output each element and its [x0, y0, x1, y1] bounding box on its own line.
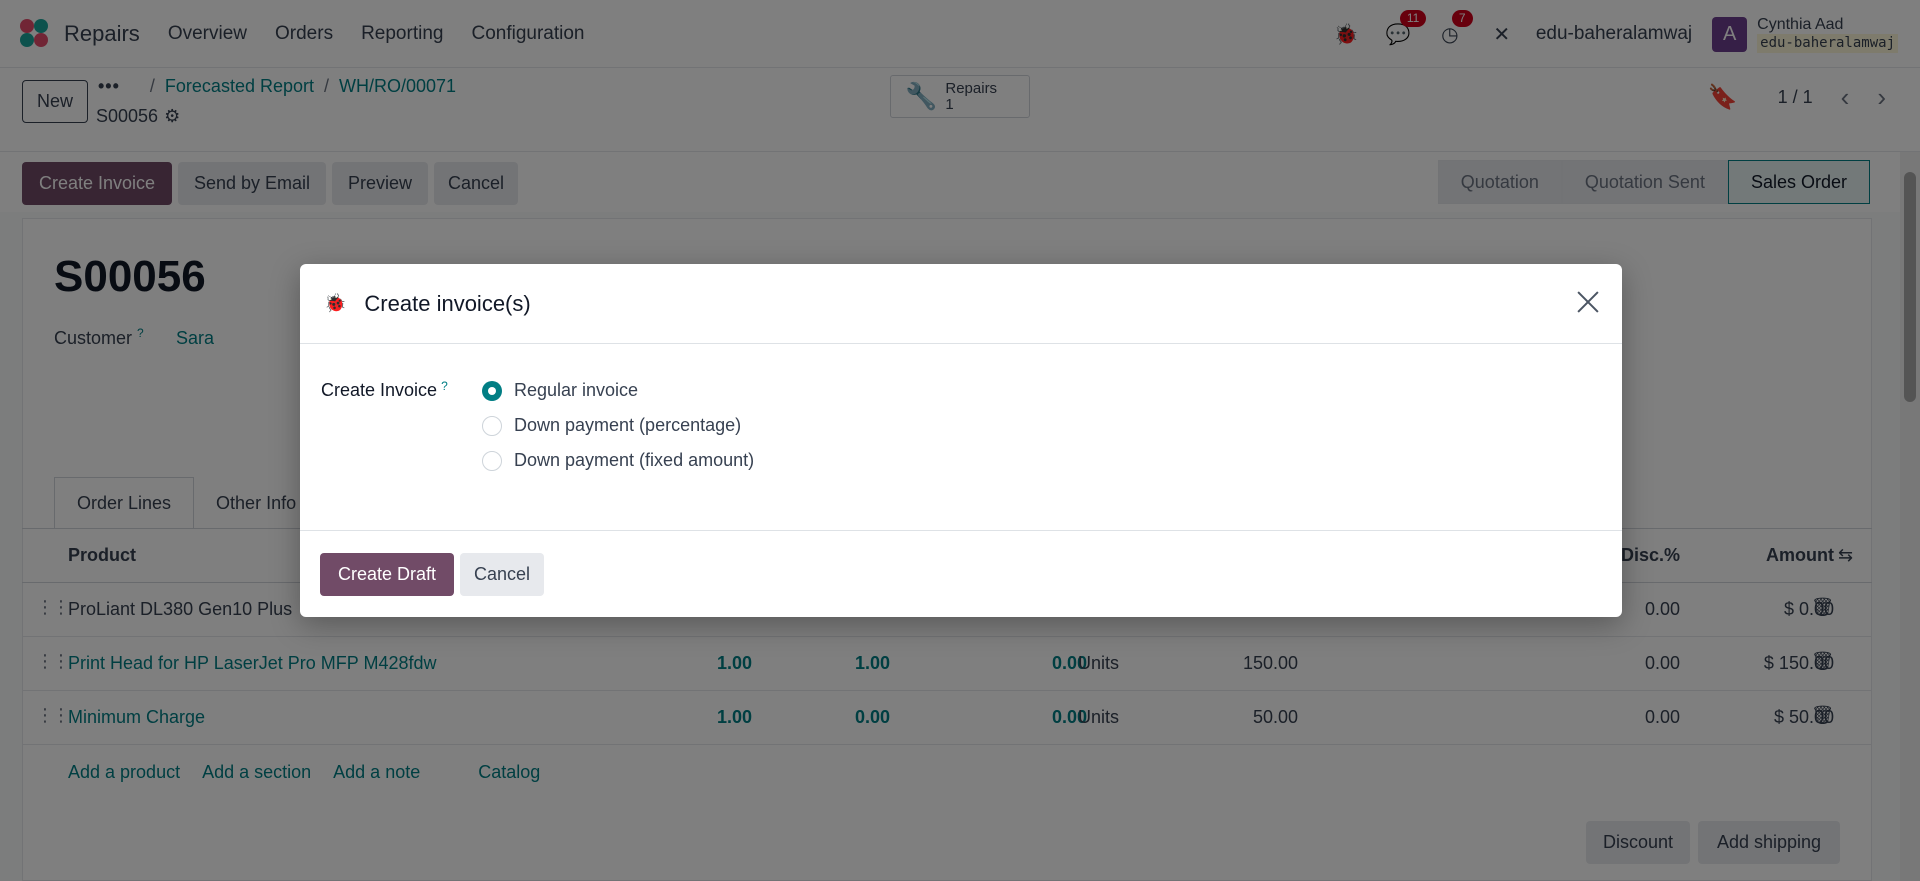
radio-down-payment-percentage[interactable]: Down payment (percentage) [482, 415, 741, 436]
dialog-title: Create invoice(s) [364, 290, 531, 316]
debug-bug-icon[interactable]: 🐞 [324, 293, 346, 314]
dialog-header: 🐞 Create invoice(s) [300, 264, 1622, 344]
radio-regular-invoice[interactable]: Regular invoice [482, 380, 638, 401]
cancel-button[interactable]: Cancel [460, 553, 544, 596]
radio-button[interactable] [482, 450, 502, 471]
radio-down-payment-fixed[interactable]: Down payment (fixed amount) [482, 450, 754, 471]
radio-button-checked[interactable] [482, 380, 502, 401]
create-invoice-label-text: Create Invoice [321, 380, 438, 400]
create-draft-button[interactable]: Create Draft [320, 553, 454, 596]
help-icon[interactable]: ? [441, 379, 448, 393]
dialog-footer: Create Draft Cancel [300, 530, 1622, 617]
create-invoice-dialog: 🐞 Create invoice(s) Create Invoice? Regu… [300, 264, 1622, 617]
create-invoice-label: Create Invoice? [321, 379, 448, 401]
radio-label[interactable]: Down payment (percentage) [514, 415, 741, 436]
close-icon[interactable] [1572, 286, 1604, 318]
radio-button[interactable] [482, 415, 502, 436]
radio-label[interactable]: Down payment (fixed amount) [514, 450, 754, 471]
radio-label[interactable]: Regular invoice [514, 380, 638, 401]
